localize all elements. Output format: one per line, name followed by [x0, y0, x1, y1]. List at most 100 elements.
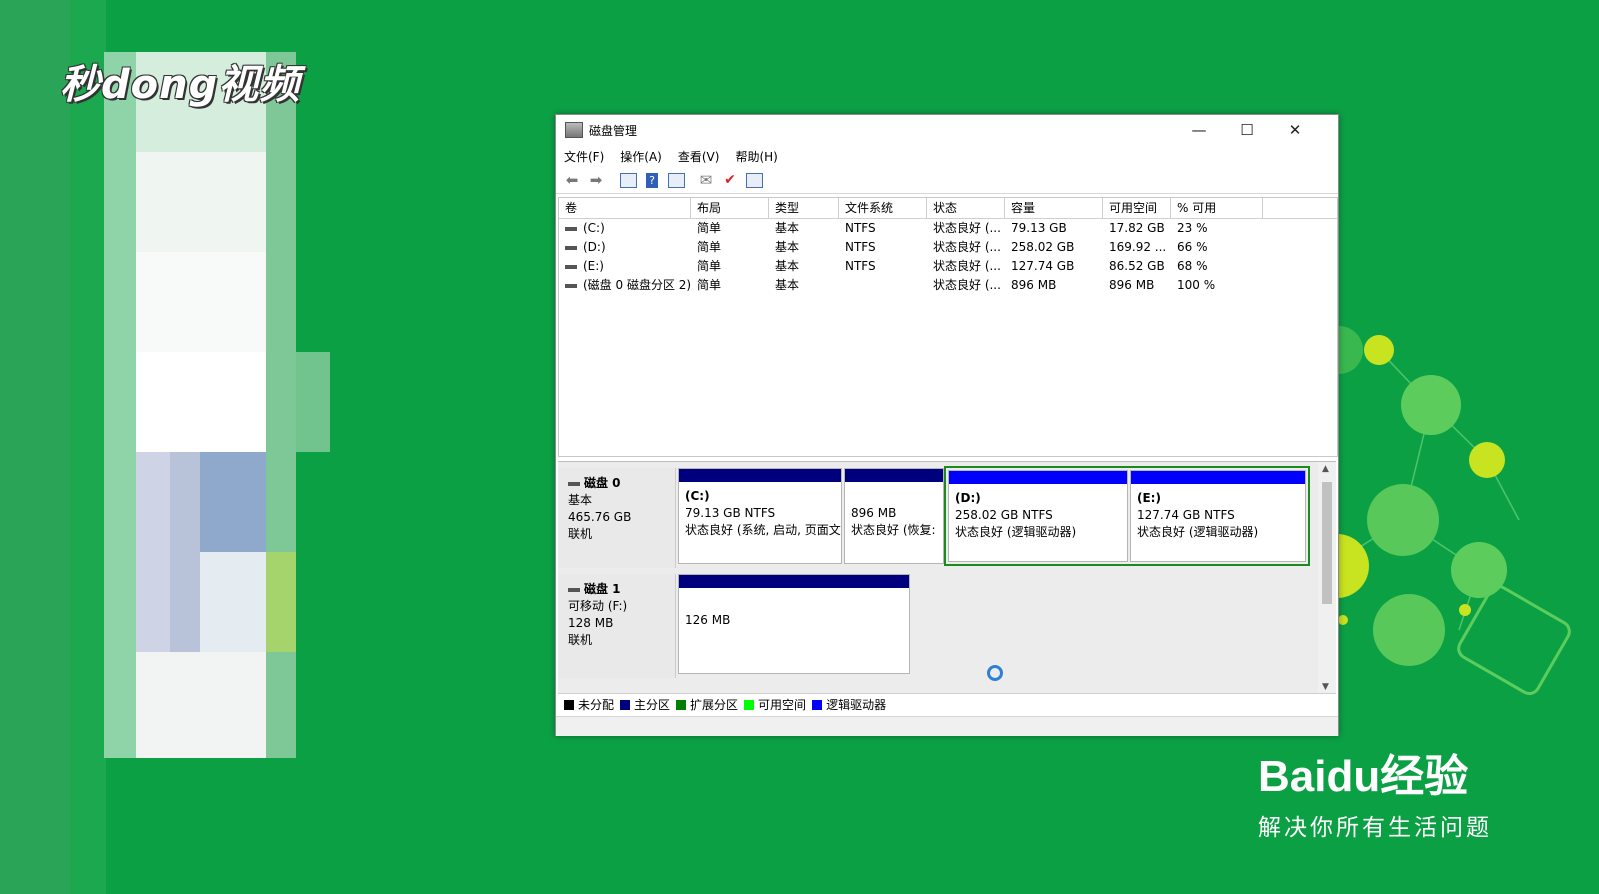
volume-icon [565, 245, 577, 250]
scroll-up-icon[interactable]: ▲ [1322, 464, 1329, 474]
disk-1-label[interactable]: 磁盘 1 可移动 (F:) 128 MB 联机 [558, 574, 676, 678]
legend-swatch-extended [676, 699, 687, 710]
menu-file[interactable]: 文件(F) [564, 148, 604, 165]
status-bar [556, 716, 1338, 736]
cell-free-space: 86.52 GB [1109, 259, 1165, 273]
disk-view-scrollbar[interactable]: ▲ ▼ [1318, 462, 1336, 694]
partition-size: 127.74 GB NTFS [1137, 508, 1235, 522]
menu-action[interactable]: 操作(A) [620, 148, 662, 165]
cell-volume: (磁盘 0 磁盘分区 2) [583, 278, 691, 292]
cell-layout: 简单 [697, 221, 722, 235]
partition-size: 896 MB [851, 506, 897, 520]
disk-0-row: 磁盘 0 基本 465.76 GB 联机 (C:) 79.13 GB NTFS … [558, 466, 1310, 568]
partition-e[interactable]: (E:) 127.74 GB NTFS 状态良好 (逻辑驱动器) [1130, 470, 1306, 562]
partition-status: 状态良好 (系统, 启动, 页面文 [685, 523, 841, 537]
video-logo: 秒dong视频 [60, 62, 301, 108]
partition-bar [949, 471, 1127, 484]
baidu-watermark: Baidu经验 解决你所有生活问题 [1258, 740, 1492, 842]
decorative-graphic [1319, 326, 1571, 695]
forward-arrow-icon[interactable]: ➡ [586, 170, 606, 190]
partition-bar [679, 469, 841, 482]
check-icon[interactable]: ✔ [720, 170, 740, 190]
cell-capacity: 79.13 GB [1011, 221, 1067, 235]
cell-capacity: 896 MB [1011, 278, 1057, 292]
partition-d[interactable]: (D:) 258.02 GB NTFS 状态良好 (逻辑驱动器) [948, 470, 1128, 562]
cell-type: 基本 [775, 259, 800, 273]
partition-size: 126 MB [685, 613, 731, 627]
partition-status: 状态良好 (恢复: [851, 523, 936, 537]
help-icon[interactable]: ? [642, 170, 662, 190]
cell-type: 基本 [775, 221, 800, 235]
volume-list: 卷 布局 类型 文件系统 状态 容量 可用空间 % 可用 (C:) 简单 基本 … [558, 197, 1338, 457]
back-arrow-icon[interactable]: ⬅ [562, 170, 582, 190]
title-bar: 磁盘管理 — ☐ ✕ [556, 115, 1338, 145]
partition-label: (D:) [955, 491, 981, 505]
disk-icon [568, 587, 580, 592]
disk-management-icon [565, 122, 583, 138]
partition-size: 258.02 GB NTFS [955, 508, 1053, 522]
cell-volume: (E:) [583, 259, 604, 273]
console-tree-icon[interactable] [618, 170, 638, 190]
disk-state: 联机 [568, 527, 593, 541]
menu-view[interactable]: 查看(V) [678, 148, 720, 165]
disk-icon [568, 481, 580, 486]
maximize-button[interactable]: ☐ [1224, 115, 1270, 145]
legend-free: 可用空间 [758, 698, 807, 712]
partition-label: (C:) [685, 489, 710, 503]
minimize-button[interactable]: — [1176, 115, 1222, 145]
col-type[interactable]: 类型 [769, 198, 839, 218]
scroll-down-icon[interactable]: ▼ [1322, 682, 1329, 692]
col-status[interactable]: 状态 [927, 198, 1005, 218]
legend-swatch-unallocated [564, 699, 574, 710]
cell-free-space: 169.92 ... [1109, 240, 1167, 254]
baidu-brand: Baidu经验 [1258, 752, 1469, 801]
legend-swatch-free [744, 699, 755, 710]
cell-filesystem [839, 276, 927, 295]
disk-size: 128 MB [568, 616, 614, 630]
col-capacity[interactable]: 容量 [1005, 198, 1103, 218]
volume-row-partition2[interactable]: (磁盘 0 磁盘分区 2) 简单 基本 状态良好 (... 896 MB 896… [559, 276, 1337, 295]
partition-disk1[interactable]: 126 MB [678, 574, 910, 674]
volume-icon [565, 226, 577, 231]
pixelated-background [0, 0, 330, 894]
partition-bar [845, 469, 943, 482]
connect-drive-icon[interactable]: ✉ [696, 170, 716, 190]
cell-free-space: 17.82 GB [1109, 221, 1165, 235]
partition-label: (E:) [1137, 491, 1161, 505]
partition-recovery[interactable]: 896 MB 状态良好 (恢复: [844, 468, 944, 564]
window-title: 磁盘管理 [589, 123, 638, 138]
partition-c[interactable]: (C:) 79.13 GB NTFS 状态良好 (系统, 启动, 页面文 [678, 468, 842, 564]
cell-filesystem: NTFS [845, 240, 876, 254]
col-free-space[interactable]: 可用空间 [1103, 198, 1171, 218]
list-view-icon[interactable] [744, 170, 764, 190]
legend-primary: 主分区 [634, 698, 671, 712]
busy-spinner-icon [987, 665, 1003, 681]
properties-icon[interactable] [666, 170, 686, 190]
partition-bar [679, 575, 909, 588]
cell-percent-free: 66 % [1177, 240, 1208, 254]
cell-percent-free: 68 % [1177, 259, 1208, 273]
volume-icon [565, 264, 577, 269]
volume-row-e[interactable]: (E:) 简单 基本 NTFS 状态良好 (... 127.74 GB 86.5… [559, 257, 1337, 276]
col-percent-free[interactable]: % 可用 [1171, 198, 1263, 218]
cell-status: 状态良好 (... [933, 259, 1001, 273]
cell-capacity: 258.02 GB [1011, 240, 1075, 254]
legend-unallocated: 未分配 [578, 698, 615, 712]
volume-row-d[interactable]: (D:) 简单 基本 NTFS 状态良好 (... 258.02 GB 169.… [559, 238, 1337, 257]
col-layout[interactable]: 布局 [691, 198, 769, 218]
col-volume[interactable]: 卷 [559, 198, 691, 218]
close-button[interactable]: ✕ [1272, 115, 1318, 145]
disk-1-row: 磁盘 1 可移动 (F:) 128 MB 联机 126 MB [558, 574, 1310, 678]
menu-bar: 文件(F) 操作(A) 查看(V) 帮助(H) [556, 145, 1338, 167]
col-filesystem[interactable]: 文件系统 [839, 198, 927, 218]
menu-help[interactable]: 帮助(H) [735, 148, 777, 165]
cell-status: 状态良好 (... [933, 278, 1001, 292]
disk-graphical-view: 磁盘 0 基本 465.76 GB 联机 (C:) 79.13 GB NTFS … [558, 461, 1336, 694]
baidu-tagline: 解决你所有生活问题 [1258, 815, 1492, 841]
disk-state: 联机 [568, 633, 593, 647]
cell-free-space: 896 MB [1109, 278, 1155, 292]
disk-0-label[interactable]: 磁盘 0 基本 465.76 GB 联机 [558, 468, 676, 568]
scroll-thumb[interactable] [1322, 482, 1332, 604]
volume-row-c[interactable]: (C:) 简单 基本 NTFS 状态良好 (... 79.13 GB 17.82… [559, 219, 1337, 238]
cell-filesystem: NTFS [845, 221, 876, 235]
